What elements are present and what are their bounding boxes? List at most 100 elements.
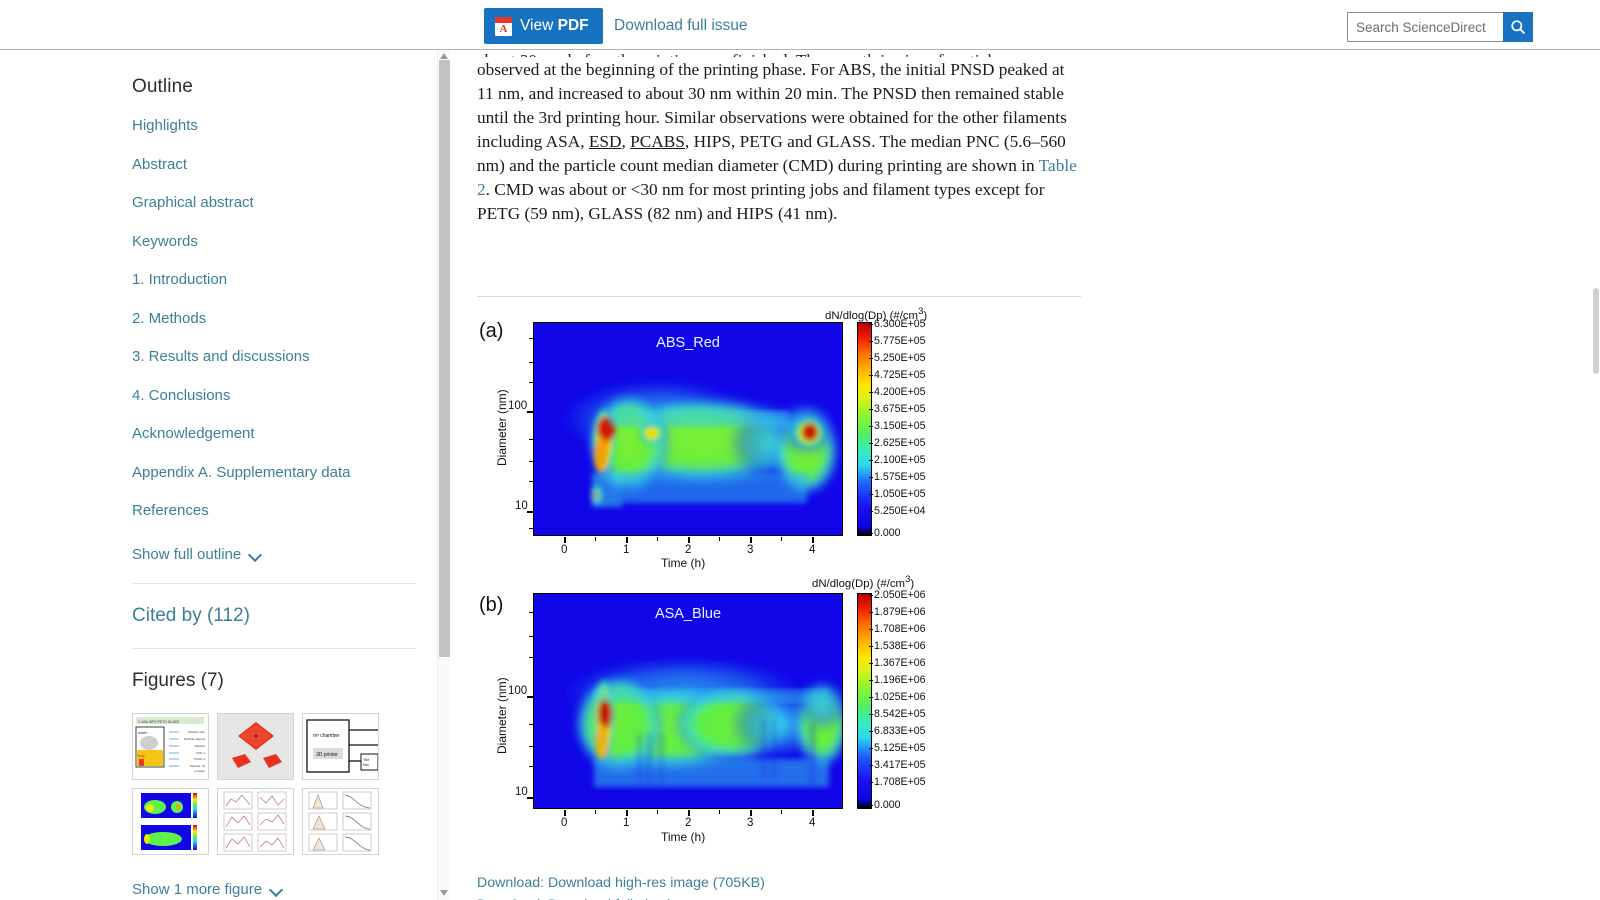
- view-pdf-label: View PDF: [520, 17, 589, 34]
- chart-a-series-title: ABS_Red: [656, 335, 720, 351]
- sidebar-item-methods[interactable]: 2. Methods: [132, 310, 430, 328]
- figure-thumb-1-flowchart-filaments[interactable]: C ASA HIPS PETG GLASS mber ting Particle…: [132, 712, 209, 780]
- chart-b-colorbar: [857, 593, 872, 809]
- chart-b-cbar-tick-12: 0.000: [869, 799, 901, 811]
- chart-b-cbar-tick-6: 1.025E+06: [869, 691, 926, 703]
- chart-b-colorbar-title: dN/dlog(Dp) (#/cm3): [812, 574, 915, 590]
- chart-b-asa-blue: (b) dN/dlog(Dp) (#/cm3) Diameter (nm) 10…: [477, 574, 1081, 854]
- figure-thumb-2-red-3d-printed-parts[interactable]: [217, 712, 294, 780]
- svg-text:Particle chemis: Particle chemis: [184, 737, 205, 741]
- sidebar-scrollbar[interactable]: [437, 50, 450, 900]
- svg-text:VOC s: VOC s: [196, 751, 206, 755]
- chart-a-cbar-tick-0: 6.300E+05: [869, 318, 926, 330]
- chart-a-y-axis-label: Diameter (nm): [495, 389, 509, 466]
- article-main-column: about 30 nm before the printing was fini…: [450, 50, 1550, 900]
- chart-b-ytick-100: 100: [508, 685, 528, 697]
- sidebar-item-keywords[interactable]: Keywords: [132, 233, 430, 251]
- chart-a-x-axis-label: Time (h): [661, 556, 706, 570]
- chart-a-abs-red: (a) dN/dlog(Dp) (#/cm3) Diameter (nm) 10…: [477, 306, 1081, 570]
- chart-b-cbar-tick-4: 1.367E+06: [869, 657, 926, 669]
- cited-by-heading[interactable]: Cited by (112): [132, 605, 430, 627]
- show-full-outline-button[interactable]: Show full outline: [132, 546, 430, 563]
- pdf-icon: [495, 16, 512, 36]
- chevron-down-icon: [249, 550, 262, 558]
- figure-thumb-5-line-plots[interactable]: [217, 787, 294, 855]
- chart-a-ytick-100: 100: [508, 400, 528, 412]
- article-sidebar: Outline Highlights Abstract Graphical ab…: [120, 50, 450, 900]
- abbr-esd[interactable]: ESD: [589, 132, 622, 151]
- sidebar-item-appendix[interactable]: Appendix A. Supplementary data: [132, 464, 430, 482]
- chart-a-xtick-0: 0: [561, 544, 568, 556]
- page-scrollbar-thumb[interactable]: [1593, 288, 1599, 374]
- sidebar-item-highlights[interactable]: Highlights: [132, 117, 430, 135]
- chart-b-xtick-3: 3: [747, 817, 754, 829]
- svg-text:C ASA HIPS PETG GLASS: C ASA HIPS PETG GLASS: [138, 720, 180, 724]
- figure-thumb-4-pnsd-heatmaps[interactable]: [132, 787, 209, 855]
- chart-b-cbar-tick-1: 1.879E+06: [869, 606, 926, 618]
- figure-2-block: (a) dN/dlog(Dp) (#/cm3) Diameter (nm) 10…: [477, 306, 1081, 900]
- chart-b-series-title: ASA_Blue: [654, 606, 722, 622]
- sidebar-item-results[interactable]: 3. Results and discussions: [132, 348, 430, 366]
- chart-b-heatmap-area: ASA_Blue: [533, 593, 843, 809]
- chart-a-cbar-tick-9: 1.575E+05: [869, 471, 926, 483]
- chart-a-cbar-tick-12: 0.000: [869, 527, 901, 539]
- abbr-pcabs[interactable]: PCABS: [630, 132, 685, 151]
- sidebar-scrollbar-thumb[interactable]: [439, 60, 450, 657]
- show-more-figures-label: Show 1 more figure: [132, 880, 263, 898]
- paragraph-part-4: . CMD was about or <30 nm for most print…: [477, 180, 1045, 223]
- chart-b-cbar-tick-10: 3.417E+05: [869, 759, 926, 771]
- figure-thumb-6-distribution-plots[interactable]: [302, 787, 379, 855]
- chart-a-cbar-tick-7: 2.625E+05: [869, 437, 926, 449]
- chart-a-xtick-3: 3: [747, 544, 754, 556]
- download-full-issue-link[interactable]: Download full issue: [614, 17, 748, 35]
- page-scrollbar[interactable]: [1591, 50, 1600, 900]
- svg-text:emissio: emissio: [195, 769, 206, 773]
- sidebar-item-introduction[interactable]: 1. Introduction: [132, 271, 430, 289]
- chart-a-cbar-tick-3: 4.725E+05: [869, 369, 926, 381]
- chart-a-xtick-4: 4: [809, 544, 816, 556]
- download-highres-image-link[interactable]: Download: Download high-res image (705KB…: [477, 872, 1081, 894]
- scroll-down-arrow-icon[interactable]: [440, 889, 449, 898]
- chart-a-xtick-2: 2: [685, 544, 692, 556]
- chart-a-cbar-tick-11: 5.250E+04: [869, 505, 926, 517]
- view-pdf-button[interactable]: View PDF: [484, 8, 603, 44]
- chart-b-cbar-tick-7: 8.542E+05: [869, 708, 926, 720]
- search-input[interactable]: [1347, 12, 1503, 42]
- divider: [132, 647, 416, 649]
- chart-a-colorbar: [857, 322, 872, 536]
- svg-text:VVOC s: VVOC s: [194, 757, 206, 761]
- show-full-outline-label: Show full outline: [132, 545, 242, 563]
- sidebar-item-references[interactable]: References: [132, 502, 430, 520]
- chart-b-cbar-tick-9: 5.125E+05: [869, 742, 926, 754]
- chart-a-cbar-tick-10: 1.050E+05: [869, 488, 926, 500]
- outline-heading: Outline: [132, 76, 193, 97]
- svg-text:mber: mber: [138, 730, 148, 735]
- sidebar-item-graphical-abstract[interactable]: Graphical abstract: [132, 194, 430, 212]
- search-bar: [1347, 12, 1533, 42]
- svg-text:Particle, V(: Particle, V(: [190, 764, 206, 768]
- chart-b-cbar-tick-2: 1.708E+06: [869, 623, 926, 635]
- sidebar-item-abstract[interactable]: Abstract: [132, 156, 430, 174]
- figure-thumbnail-grid: C ASA HIPS PETG GLASS mber ting Particle…: [132, 712, 430, 855]
- chart-a-heatmap-svg: [534, 323, 842, 535]
- figure-thumb-3-chamber-schematic[interactable]: m³ chamber 3D printer The Der: [302, 712, 379, 780]
- download-fullsize-image-link[interactable]: Download: Download full-size image: [477, 894, 1081, 900]
- panel-label-b: (b): [479, 594, 504, 616]
- svg-text:m³ chamber: m³ chamber: [313, 733, 340, 739]
- search-button[interactable]: [1503, 12, 1533, 42]
- svg-text:3D printer: 3D printer: [316, 752, 338, 758]
- chart-b-xtick-4: 4: [809, 817, 816, 829]
- sidebar-item-acknowledgement[interactable]: Acknowledgement: [132, 425, 430, 443]
- clipped-text-line: about 30 nm before the printing was fini…: [477, 50, 1081, 57]
- svg-text:Particle: Particle: [195, 744, 206, 748]
- chart-b-cbar-tick-3: 1.538E+06: [869, 640, 926, 652]
- svg-text:Der: Der: [363, 763, 370, 767]
- figures-heading: Figures (7): [132, 669, 224, 691]
- svg-text:The: The: [363, 758, 369, 762]
- svg-text:Particle size: Particle size: [188, 730, 205, 734]
- show-more-figures-button[interactable]: Show 1 more figure: [132, 881, 430, 898]
- chart-b-heatmap-svg: [534, 594, 842, 808]
- figure-top-rule: [477, 296, 1081, 297]
- svg-text:ting: ting: [138, 753, 144, 758]
- sidebar-item-conclusions[interactable]: 4. Conclusions: [132, 387, 430, 405]
